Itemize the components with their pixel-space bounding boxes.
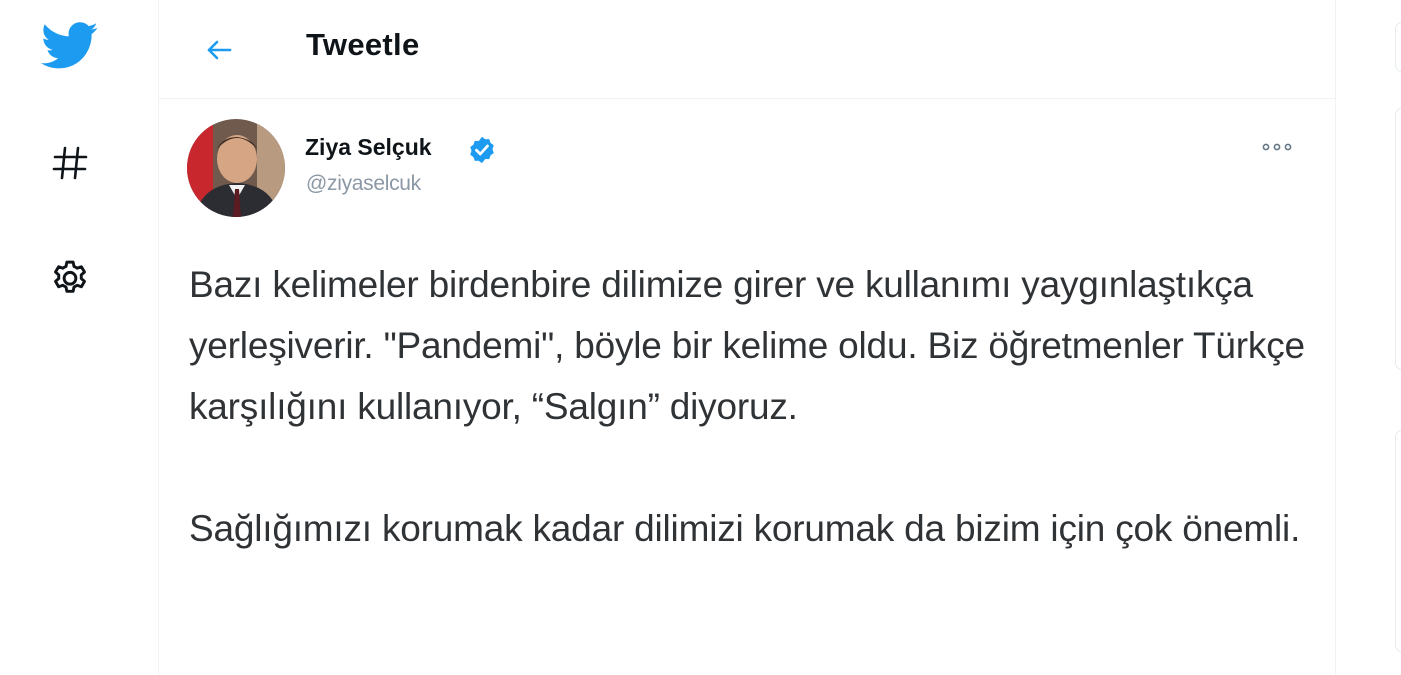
main-column: Tweetle Ziya Selçuk @ziyaselcuk Bazı kel… bbox=[158, 0, 1336, 675]
tweet-paragraph: Sağlığımızı korumak kadar dilimizi korum… bbox=[189, 508, 1301, 549]
search-box[interactable] bbox=[1395, 22, 1401, 72]
twitter-bird-icon[interactable] bbox=[40, 20, 100, 72]
tweet-paragraph: Bazı kelimeler birdenbire dilimize girer… bbox=[189, 264, 1305, 427]
right-sidebar bbox=[1395, 0, 1401, 675]
arrow-left-icon bbox=[207, 40, 232, 60]
author-handle[interactable]: @ziyaselcuk bbox=[306, 172, 421, 196]
page-title: Tweetle bbox=[306, 27, 420, 62]
more-button[interactable] bbox=[1255, 132, 1299, 162]
page: Tweetle Ziya Selçuk @ziyaselcuk Bazı kel… bbox=[0, 0, 1401, 675]
sidebar-card bbox=[1395, 430, 1401, 652]
author-name[interactable]: Ziya Selçuk bbox=[305, 134, 432, 161]
page-header: Tweetle bbox=[159, 0, 1335, 99]
nav-rail bbox=[0, 0, 140, 675]
gear-icon[interactable] bbox=[45, 254, 95, 304]
back-button[interactable] bbox=[197, 28, 241, 72]
tweet-text: Bazı kelimeler birdenbire dilimize girer… bbox=[189, 254, 1309, 559]
hashtag-icon[interactable] bbox=[45, 138, 95, 188]
verified-badge-icon bbox=[467, 135, 497, 165]
more-dots-icon bbox=[1262, 143, 1292, 151]
sidebar-card bbox=[1395, 108, 1401, 370]
avatar[interactable] bbox=[187, 119, 285, 217]
